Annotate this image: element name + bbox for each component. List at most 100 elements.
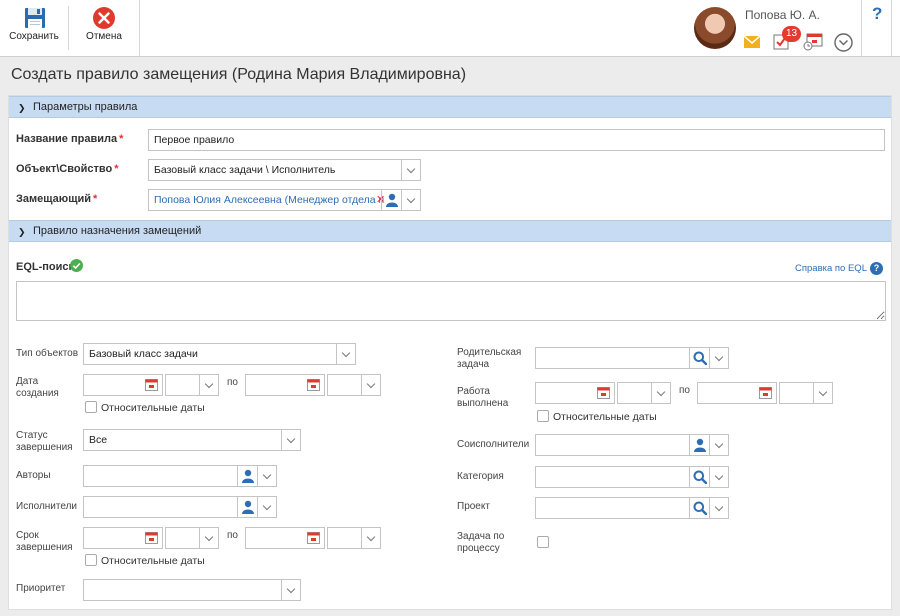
required-mark: *: [93, 193, 98, 205]
user-picker-button[interactable]: [237, 466, 257, 486]
notification-badge[interactable]: 13: [782, 26, 801, 42]
chevron-down-icon[interactable]: [709, 435, 728, 455]
category-field[interactable]: [535, 466, 729, 488]
substitute-tag[interactable]: Попова Юлия Алексеевна (Менеджер отдела …: [154, 194, 384, 206]
chevron-down-icon[interactable]: [361, 375, 380, 395]
chevron-down-icon[interactable]: [401, 160, 420, 180]
save-button[interactable]: Сохранить: [0, 0, 68, 56]
avatar[interactable]: [694, 7, 736, 49]
toolbar-divider: [861, 0, 862, 56]
chevron-down-icon[interactable]: [281, 430, 300, 450]
eql-label: EQL-поиск: [16, 261, 75, 273]
object-type-label: Тип объектов: [16, 348, 79, 359]
created-from-date[interactable]: [83, 374, 163, 396]
executors-label: Исполнители: [16, 501, 78, 512]
object-label: Объект\Свойство *: [16, 163, 118, 175]
created-to-date[interactable]: [245, 374, 325, 396]
priority-label: Приоритет: [16, 583, 66, 594]
deadline-from-time[interactable]: [165, 527, 219, 549]
chevron-down-icon: ❯: [18, 103, 26, 113]
work-done-to-time[interactable]: [779, 382, 833, 404]
calendar-icon[interactable]: [759, 387, 772, 399]
chevron-down-icon[interactable]: [651, 383, 670, 403]
work-done-from-date[interactable]: [535, 382, 615, 404]
chevron-down-circle-icon[interactable]: [834, 33, 853, 52]
deadline-to-date[interactable]: [245, 527, 325, 549]
relative-dates-label: Относительные даты: [553, 411, 657, 423]
to-label: по: [227, 530, 238, 541]
object-select-value: Базовый класс задачи \ Исполнитель: [154, 164, 336, 176]
process-task-label: Задача по процессу: [457, 531, 505, 554]
chevron-down-icon[interactable]: [709, 498, 728, 518]
work-done-relative-checkbox[interactable]: [537, 410, 549, 422]
chevron-down-icon: ❯: [18, 227, 26, 237]
priority-select[interactable]: [83, 579, 301, 601]
cancel-button[interactable]: Отмена: [69, 0, 139, 56]
eql-help-link[interactable]: Справка по EQL?: [795, 262, 883, 275]
eql-input[interactable]: [16, 281, 886, 321]
rule-name-input[interactable]: Первое правило: [148, 129, 885, 151]
project-field[interactable]: [535, 497, 729, 519]
calendar-icon[interactable]: [307, 379, 320, 391]
chevron-down-icon[interactable]: [813, 383, 832, 403]
work-done-to-date[interactable]: [697, 382, 777, 404]
section-header-params[interactable]: ❯ Параметры правила: [9, 96, 891, 118]
project-label: Проект: [457, 501, 490, 512]
calendar-icon[interactable]: [307, 532, 320, 544]
chevron-down-icon[interactable]: [361, 528, 380, 548]
created-from-time[interactable]: [165, 374, 219, 396]
calendar-icon[interactable]: [145, 379, 158, 391]
status-label: Статус завершения: [16, 430, 73, 453]
save-label: Сохранить: [9, 31, 59, 42]
help-button[interactable]: ?: [872, 4, 882, 24]
search-button[interactable]: [689, 498, 709, 518]
form-panel: ❯ Параметры правила Название правила * Пе…: [8, 95, 892, 610]
deadline-from-date[interactable]: [83, 527, 163, 549]
search-button[interactable]: [689, 467, 709, 487]
chevron-down-icon[interactable]: [199, 528, 218, 548]
search-icon: [693, 501, 707, 515]
chevron-down-icon[interactable]: [336, 344, 355, 364]
chevron-down-icon[interactable]: [709, 348, 728, 368]
user-picker-button[interactable]: [381, 190, 401, 210]
section-header-rule[interactable]: ❯ Правило назначения замещений: [9, 220, 891, 242]
created-to-time[interactable]: [327, 374, 381, 396]
authors-field[interactable]: [83, 465, 277, 487]
work-done-from-time[interactable]: [617, 382, 671, 404]
user-name[interactable]: Попова Ю. А.: [745, 8, 820, 22]
process-task-checkbox[interactable]: [537, 536, 549, 548]
save-icon: [25, 8, 45, 28]
chevron-down-icon[interactable]: [257, 466, 276, 486]
chevron-down-icon[interactable]: [199, 375, 218, 395]
calendar-icon[interactable]: [597, 387, 610, 399]
mail-icon[interactable]: [744, 36, 760, 48]
status-select[interactable]: Все: [83, 429, 301, 451]
toolbar-divider: [139, 0, 140, 56]
parent-task-field[interactable]: [535, 347, 729, 369]
created-relative-checkbox[interactable]: [85, 401, 97, 413]
substitute-field[interactable]: Попова Юлия Алексеевна (Менеджер отдела …: [148, 189, 421, 211]
coexecutors-field[interactable]: [535, 434, 729, 456]
calendar-icon[interactable]: [145, 532, 158, 544]
cancel-label: Отмена: [86, 31, 122, 42]
work-done-label: Работа выполнена: [457, 386, 509, 409]
deadline-to-time[interactable]: [327, 527, 381, 549]
chevron-down-icon[interactable]: [257, 497, 276, 517]
chevron-down-icon[interactable]: [401, 190, 420, 210]
calendar-clock-icon[interactable]: [803, 33, 823, 51]
section-title: Параметры правила: [33, 101, 138, 113]
chevron-down-icon[interactable]: [709, 467, 728, 487]
user-picker-button[interactable]: [237, 497, 257, 517]
toolbar-divider: [891, 0, 892, 56]
chevron-down-icon[interactable]: [281, 580, 300, 600]
object-type-select[interactable]: Базовый класс задачи: [83, 343, 356, 365]
toolbar: Сохранить Отмена Попова Ю. А. 13 ?: [0, 0, 900, 57]
eql-help-link-text: Справка по EQL: [795, 263, 867, 275]
user-icon: [242, 500, 254, 514]
user-picker-button[interactable]: [689, 435, 709, 455]
executors-field[interactable]: [83, 496, 277, 518]
to-label: по: [227, 377, 238, 388]
search-button[interactable]: [689, 348, 709, 368]
deadline-relative-checkbox[interactable]: [85, 554, 97, 566]
object-select[interactable]: Базовый класс задачи \ Исполнитель: [148, 159, 421, 181]
